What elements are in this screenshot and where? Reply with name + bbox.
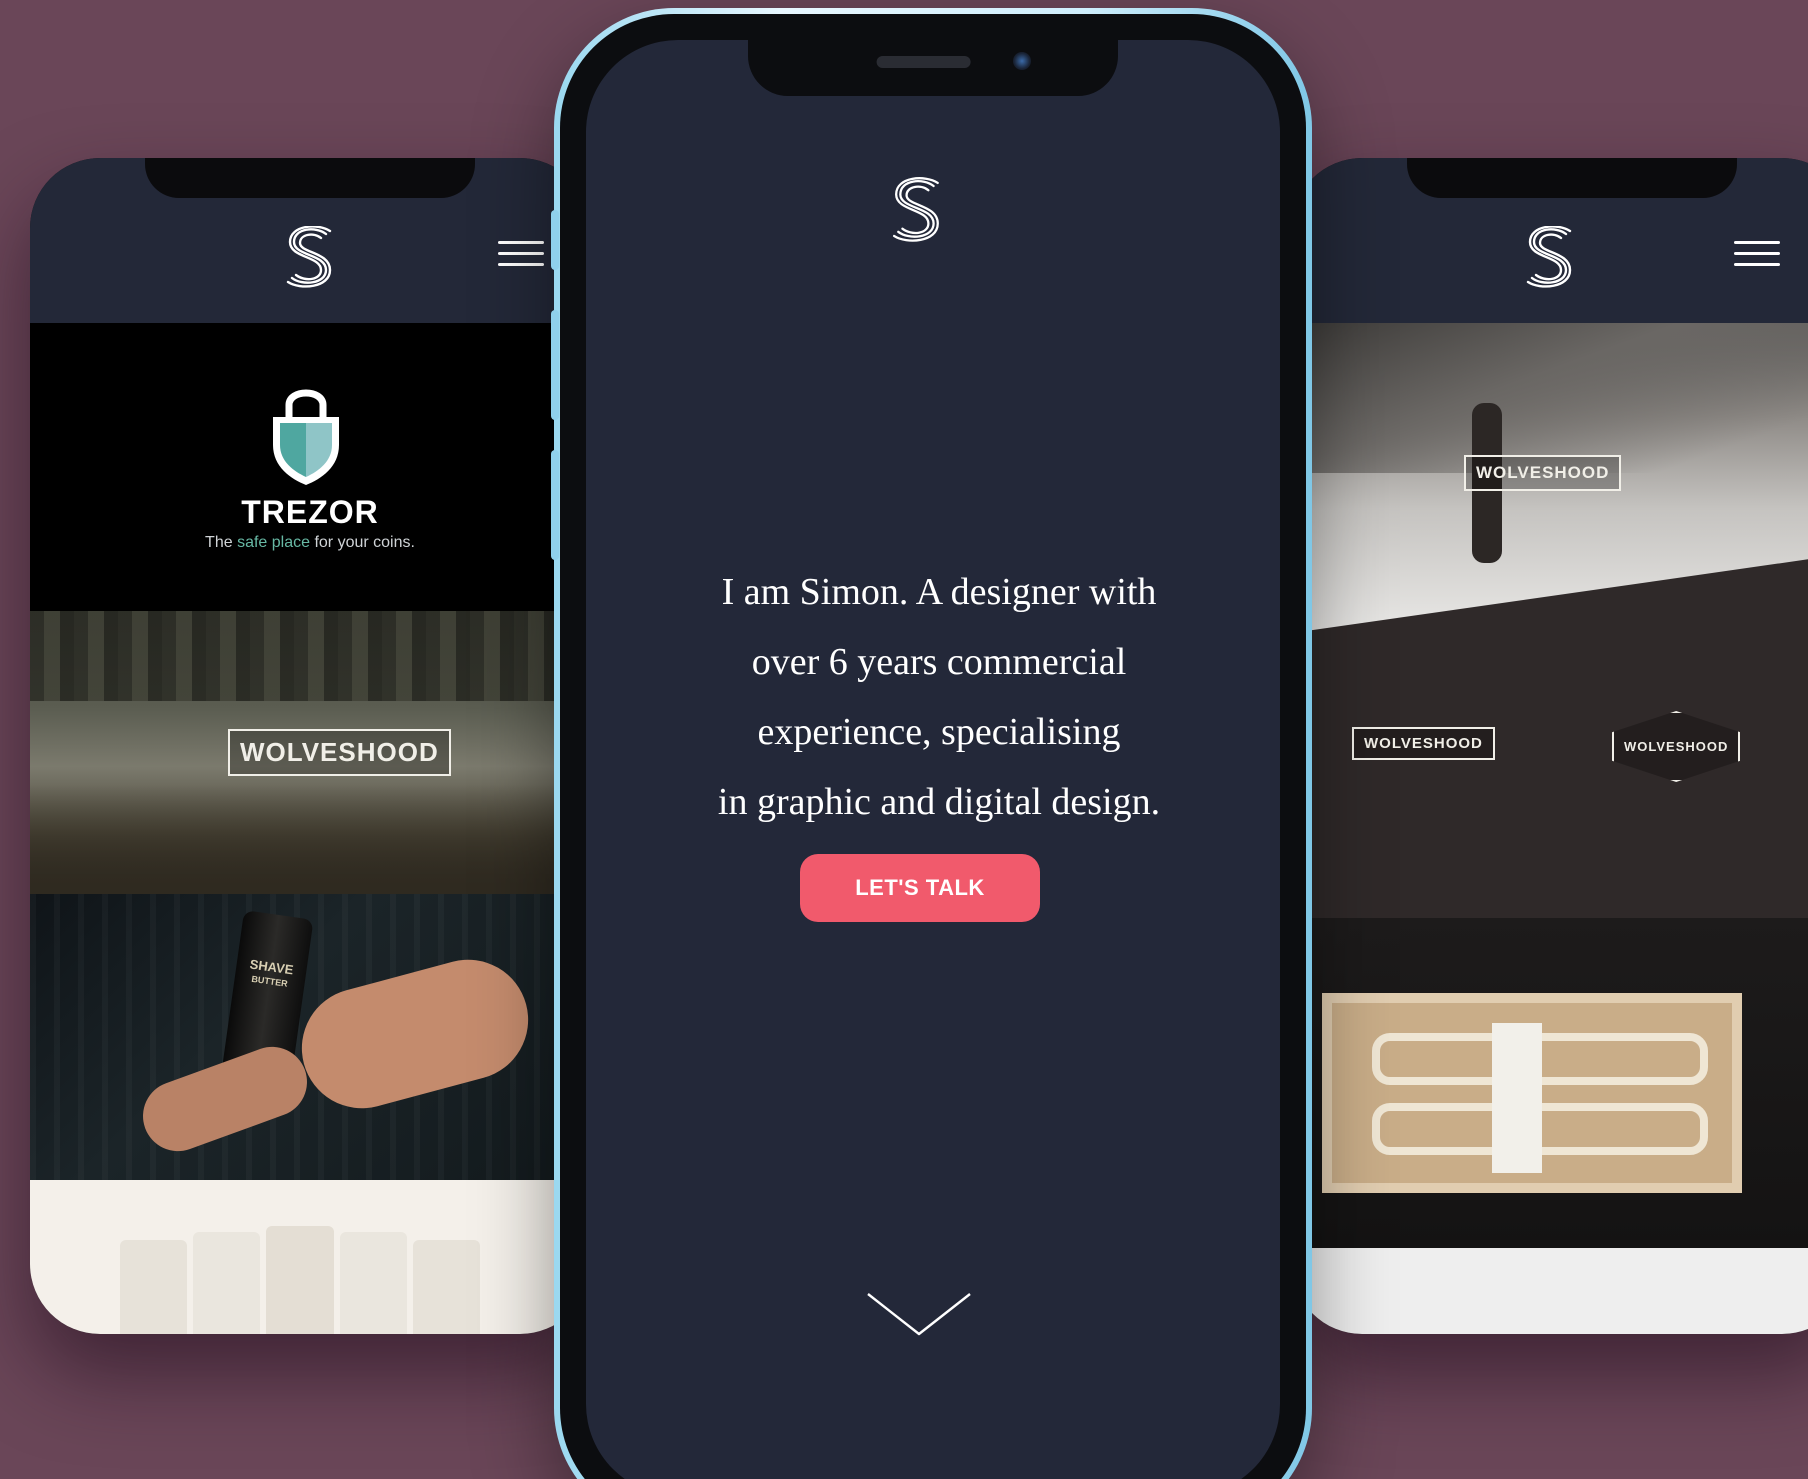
shave-butter-project-tile[interactable]: SHAVE BUTTER xyxy=(30,894,590,1180)
s-logo-icon[interactable] xyxy=(1526,226,1576,290)
phone-notch xyxy=(748,40,1118,96)
hamburger-menu-icon[interactable] xyxy=(498,241,544,269)
chevron-down-icon[interactable] xyxy=(866,1290,972,1338)
phone-bezel: I am Simon. A designer with over 6 years… xyxy=(560,14,1306,1479)
wolveshood-mountain-tile[interactable]: WOLVESHOOD xyxy=(1292,323,1808,633)
phone-notch xyxy=(145,158,475,198)
s-logo-icon[interactable] xyxy=(286,226,336,290)
lets-talk-button[interactable]: LET'S TALK xyxy=(800,854,1040,922)
leash-product-tile[interactable] xyxy=(1292,918,1808,1248)
wolveshood-badge-left: WOLVESHOOD xyxy=(1352,727,1495,760)
wolveshood-project-tile[interactable]: WOLVESHOOD xyxy=(30,611,590,894)
mockup-stage: TREZOR The safe place for your coins. WO… xyxy=(0,0,1808,1479)
intro-text: I am Simon. A designer with over 6 years… xyxy=(717,571,1161,823)
phone-screen: I am Simon. A designer with over 6 years… xyxy=(586,40,1280,1479)
hamburger-menu-icon[interactable] xyxy=(1734,241,1780,269)
volume-button xyxy=(551,210,559,270)
wolveshood-brand-tile[interactable]: WOLVESHOOD WOLVESHOOD xyxy=(1292,633,1808,918)
volume-button xyxy=(551,310,559,420)
next-project-tile[interactable] xyxy=(1292,1248,1808,1334)
trezor-title: TREZOR xyxy=(241,494,379,530)
s-logo-icon[interactable] xyxy=(892,174,944,248)
pouches-project-tile[interactable] xyxy=(30,1180,590,1334)
phone-notch xyxy=(1407,158,1737,198)
volume-button xyxy=(551,450,559,560)
left-phone: TREZOR The safe place for your coins. WO… xyxy=(30,158,590,1334)
wolveshood-badge: WOLVESHOOD xyxy=(1464,455,1622,491)
center-phone: I am Simon. A designer with over 6 years… xyxy=(554,8,1312,1479)
shield-lock-icon xyxy=(273,389,339,485)
trezor-tagline: The safe place for your coins. xyxy=(205,534,415,551)
wolveshood-badge: WOLVESHOOD xyxy=(228,729,451,776)
right-phone: WOLVESHOOD WOLVESHOOD WOLVESHOOD xyxy=(1292,158,1808,1334)
speaker-grille xyxy=(876,56,971,68)
trezor-project-tile[interactable] xyxy=(30,323,590,611)
diagonal-divider xyxy=(1292,559,1808,633)
wolveshood-badge-right: WOLVESHOOD xyxy=(1612,711,1741,782)
product-box xyxy=(1322,993,1742,1193)
front-camera-icon xyxy=(1013,52,1031,70)
